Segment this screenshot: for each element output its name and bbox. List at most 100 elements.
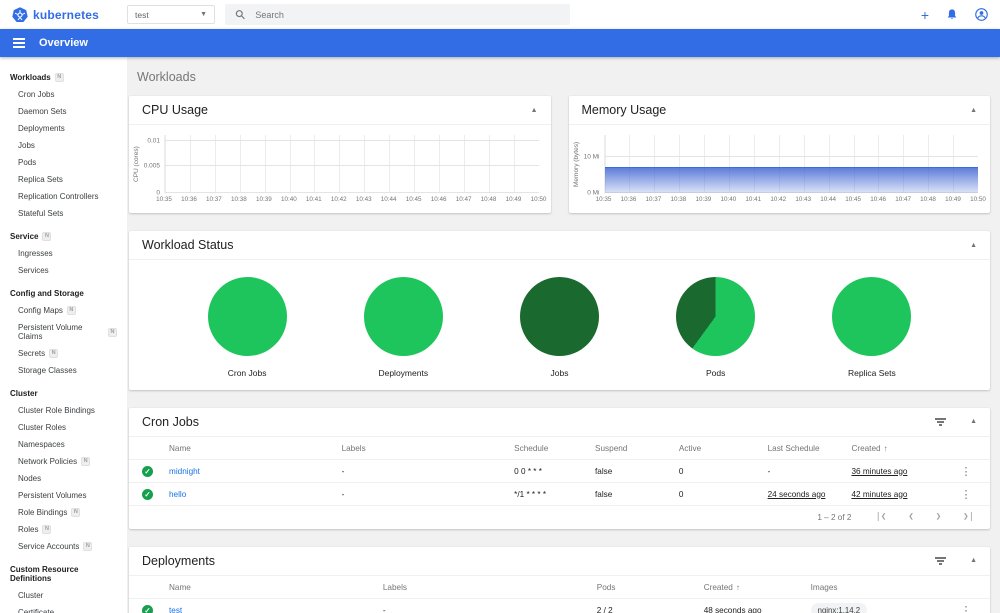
collapse-caret-icon[interactable]: ▲ — [970, 242, 977, 249]
sidebar-item-deployments[interactable]: Deployments — [0, 120, 127, 137]
sidebar-item-cluster-roles[interactable]: Cluster Roles — [0, 419, 127, 436]
deployment-name-link[interactable]: test — [169, 606, 383, 613]
x-tick-label: 10:47 — [455, 196, 472, 203]
x-axis-labels: 10:35 10:36 10:37 10:38 10:39 10:40 10:41 10:42… — [596, 196, 986, 209]
sidebar-item-cluster-role-bindings[interactable]: Cluster Role Bindings — [0, 402, 127, 419]
account-icon[interactable] — [975, 8, 988, 21]
cronjob-name-link[interactable]: midnight — [169, 467, 342, 476]
series-area-fill — [604, 166, 978, 193]
sidebar-item-label: Daemon Sets — [18, 107, 67, 116]
column-header-labels[interactable]: Labels — [342, 444, 515, 453]
namespaced-badge: N — [71, 508, 81, 517]
row-actions-menu-icon[interactable]: ⋮ — [955, 465, 977, 478]
column-header-schedule[interactable]: Schedule — [514, 444, 595, 453]
sidebar-item-replication-controllers[interactable]: Replication Controllers — [0, 188, 127, 205]
row-actions-menu-icon[interactable]: ⋮ — [955, 488, 977, 501]
column-header-suspend[interactable]: Suspend — [595, 444, 679, 453]
vertical-gridline — [314, 135, 316, 193]
namespace-selector[interactable]: test ▼ — [127, 5, 215, 24]
row-actions-menu-icon[interactable]: ⋮ — [955, 604, 977, 613]
x-tick-label: 10:39 — [255, 196, 272, 203]
collapse-caret-icon[interactable]: ▲ — [970, 557, 977, 564]
image-chip: nginx:1.14.2 — [810, 603, 868, 613]
collapse-caret-icon[interactable]: ▲ — [531, 107, 538, 114]
workload-status-card: Workload Status ▲ Cron Jobs Deployments Jo… — [129, 231, 990, 390]
sidebar-item-cron-jobs[interactable]: Cron Jobs — [0, 86, 127, 103]
column-header-images[interactable]: Images — [811, 583, 955, 592]
sidebar-item-daemon-sets[interactable]: Daemon Sets — [0, 103, 127, 120]
sidebar-item-services[interactable]: Services — [0, 262, 127, 279]
kubernetes-logo[interactable]: kubernetes — [12, 6, 127, 23]
sidebar-item-label: Secrets — [18, 349, 46, 358]
search-input[interactable] — [255, 9, 560, 20]
x-tick-label: 10:40 — [280, 196, 297, 203]
notifications-bell-icon[interactable] — [946, 8, 958, 21]
sidebar-item-persistent-volumes[interactable]: Persistent Volumes — [0, 487, 127, 504]
sidebar-item-pods[interactable]: Pods — [0, 154, 127, 171]
column-header-pods[interactable]: Pods — [597, 583, 704, 592]
collapse-caret-icon[interactable]: ▲ — [970, 418, 977, 425]
sidebar-item-namespaces[interactable]: Namespaces — [0, 436, 127, 453]
top-app-bar: kubernetes test ▼ + — [0, 0, 1000, 29]
x-tick-label: 10:50 — [530, 196, 547, 203]
sidebar-item-secrets[interactable]: Secrets N — [0, 345, 127, 362]
column-header-name[interactable]: Name — [169, 444, 342, 453]
page-app-bar-title: Overview — [39, 37, 88, 49]
status-success-icon: ✓ — [142, 604, 153, 613]
sidebar-item-label: Role Bindings — [18, 508, 68, 517]
last-page-icon[interactable]: ❯| — [963, 512, 974, 522]
sidebar-item-replica-sets[interactable]: Replica Sets — [0, 171, 127, 188]
namespaced-badge: N — [49, 349, 59, 358]
menu-hamburger-icon[interactable] — [13, 38, 25, 48]
sidebar-item-label: Cron Jobs — [18, 90, 55, 99]
column-header-created[interactable]: Created ↑ — [851, 444, 955, 453]
sidebar-item-cluster[interactable]: Cluster — [0, 587, 127, 604]
sidebar-item-persistent-volume-claims[interactable]: Persistent Volume Claims N — [0, 319, 127, 345]
sidebar-item-label: Network Policies — [18, 457, 78, 466]
next-page-icon[interactable]: ❯ — [936, 512, 941, 522]
sidebar-item-stateful-sets[interactable]: Stateful Sets — [0, 205, 127, 222]
sidebar-item-certificate[interactable]: Certificate — [0, 604, 127, 613]
collapse-caret-icon[interactable]: ▲ — [970, 107, 977, 114]
x-axis-labels: 10:35 10:36 10:37 10:38 10:39 10:40 10:41 10:42… — [156, 196, 546, 209]
sidebar-item-storage-classes[interactable]: Storage Classes — [0, 362, 127, 379]
sidebar-item-service-accounts[interactable]: Service Accounts N — [0, 538, 127, 555]
y-axis-label: CPU (cores) — [133, 146, 140, 182]
table-row: ✓ test - 2 / 2 48 seconds ago nginx:1.14.2 ⋮ — [129, 599, 990, 613]
sidebar-item-config-maps[interactable]: Config Maps N — [0, 302, 127, 319]
sidebar-item-network-policies[interactable]: Network Policies N — [0, 453, 127, 470]
search-bar[interactable] — [225, 4, 570, 25]
column-header-labels[interactable]: Labels — [383, 583, 597, 592]
previous-page-icon[interactable]: ❮ — [908, 512, 913, 522]
cpu-usage-card-title: CPU Usage — [142, 103, 208, 117]
sidebar-item-nodes[interactable]: Nodes — [0, 470, 127, 487]
column-header-last-schedule[interactable]: Last Schedule — [768, 444, 852, 453]
sidebar-item-roles[interactable]: Roles N — [0, 521, 127, 538]
cell-last-schedule: - — [767, 466, 771, 476]
pie-deployments: Deployments — [363, 277, 443, 378]
create-resource-button[interactable]: + — [921, 8, 929, 22]
sidebar-section-label: Config and Storage — [10, 289, 84, 298]
vertical-gridline — [239, 135, 241, 193]
x-tick-label: 10:41 — [745, 196, 762, 203]
x-tick-label: 10:48 — [920, 196, 936, 203]
cell-labels: - — [382, 605, 386, 613]
cron-jobs-card: Cron Jobs ▲ Name Labels Schedule Suspend Act… — [129, 408, 990, 529]
column-header-name[interactable]: Name — [169, 583, 383, 592]
plot-area — [603, 135, 978, 193]
sidebar-section-service: Service N — [0, 227, 127, 245]
column-header-created[interactable]: Created ↑ — [704, 583, 811, 592]
sidebar-item-ingresses[interactable]: Ingresses — [0, 245, 127, 262]
namespaced-badge: N — [81, 457, 91, 466]
search-icon — [235, 10, 245, 20]
sidebar-item-label: Persistent Volumes — [18, 491, 87, 500]
pie-replica-sets: Replica Sets — [832, 277, 912, 378]
column-header-active[interactable]: Active — [679, 444, 768, 453]
sidebar-item-role-bindings[interactable]: Role Bindings N — [0, 504, 127, 521]
cronjob-name-link[interactable]: hello — [169, 490, 342, 499]
filter-icon[interactable] — [933, 416, 948, 428]
filter-icon[interactable] — [933, 555, 948, 567]
sidebar-item-jobs[interactable]: Jobs — [0, 137, 127, 154]
first-page-icon[interactable]: |❮ — [875, 512, 886, 522]
vertical-gridline — [438, 135, 440, 193]
